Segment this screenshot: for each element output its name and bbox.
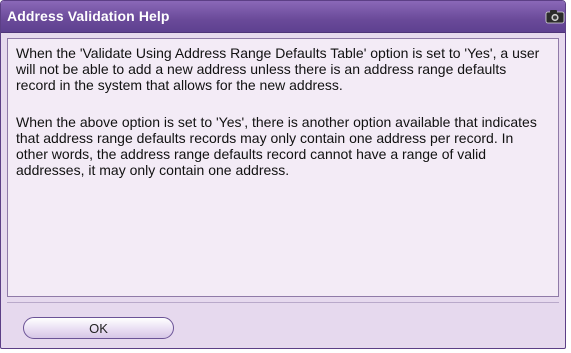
help-content: When the 'Validate Using Address Range D… [7, 38, 559, 297]
help-paragraph-1: When the 'Validate Using Address Range D… [16, 45, 540, 94]
camera-icon[interactable] [545, 8, 565, 24]
title-bar[interactable]: Address Validation Help [1, 1, 565, 33]
ok-button[interactable]: OK [23, 317, 174, 339]
help-paragraph-2: When the above option is set to 'Yes', t… [16, 113, 537, 179]
dialog-title: Address Validation Help [7, 8, 170, 24]
help-dialog: Address Validation Help When the 'Valida… [0, 0, 566, 349]
dialog-footer: OK [7, 302, 559, 344]
